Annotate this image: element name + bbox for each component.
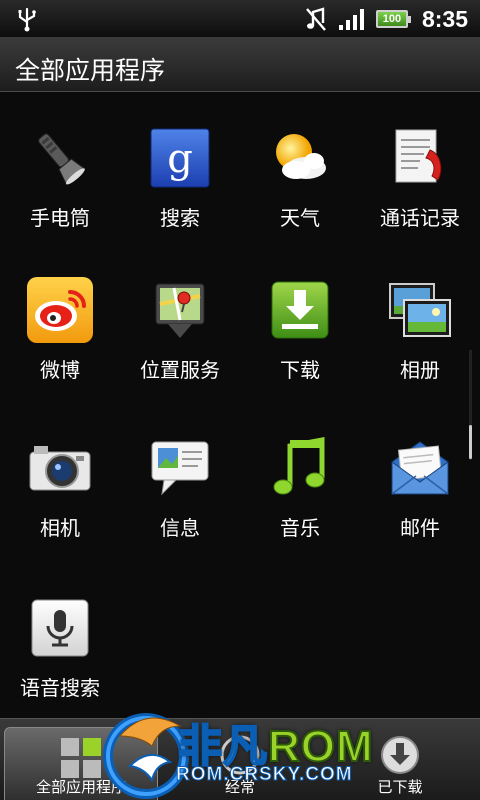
app-download[interactable]: 下载 xyxy=(240,274,360,383)
app-voice-search[interactable]: 语音搜索 xyxy=(0,592,120,701)
title-bar: 全部应用程序 xyxy=(0,38,480,92)
signal-icon xyxy=(338,9,364,30)
app-music[interactable]: 音乐 xyxy=(240,432,360,541)
svg-text:g: g xyxy=(167,136,193,182)
google-search-icon: g xyxy=(144,122,216,194)
page-title: 全部应用程序 xyxy=(15,56,166,85)
download-icon xyxy=(264,274,336,346)
app-label: 位置服务 xyxy=(140,358,220,382)
mute-icon xyxy=(306,7,326,31)
app-label: 微博 xyxy=(40,358,80,382)
app-flashlight[interactable]: 手电筒 xyxy=(0,122,120,231)
location-icon xyxy=(144,274,216,346)
status-bar: 100 8:35 xyxy=(0,0,480,38)
app-label: 下载 xyxy=(280,358,320,382)
usb-icon xyxy=(18,7,36,32)
tab-downloaded[interactable]: 已下载 xyxy=(320,727,480,800)
app-label: 语音搜索 xyxy=(20,676,100,700)
all-apps-icon xyxy=(61,738,101,778)
call-log-icon xyxy=(384,122,456,194)
app-label: 通话记录 xyxy=(380,206,460,230)
flashlight-icon xyxy=(24,122,96,194)
app-weibo[interactable]: 微博 xyxy=(0,274,120,383)
tab-label: 已下载 xyxy=(377,778,423,796)
app-location[interactable]: 位置服务 xyxy=(120,274,240,383)
tab-label: 全部应用程序 xyxy=(35,778,126,796)
app-mail[interactable]: 邮件 xyxy=(360,432,480,541)
app-label: 邮件 xyxy=(400,516,440,540)
messages-icon xyxy=(144,432,216,504)
tab-frequent[interactable]: 经常 xyxy=(160,727,320,800)
camera-icon xyxy=(24,432,96,504)
app-messages[interactable]: 信息 xyxy=(120,432,240,541)
mail-icon xyxy=(384,432,456,504)
app-call-log[interactable]: 通话记录 xyxy=(360,122,480,231)
gallery-icon xyxy=(384,274,456,346)
app-label: 手电筒 xyxy=(30,206,90,230)
music-icon xyxy=(264,432,336,504)
frequent-icon xyxy=(220,735,260,775)
weibo-icon xyxy=(24,274,96,346)
downloaded-icon xyxy=(381,736,419,774)
tab-label: 经常 xyxy=(224,778,255,796)
app-label: 相机 xyxy=(40,516,80,540)
tab-all-apps[interactable]: 全部应用程序 xyxy=(4,727,158,800)
app-search[interactable]: g 搜索 xyxy=(120,122,240,231)
app-label: 搜索 xyxy=(160,206,200,230)
weather-icon xyxy=(264,122,336,194)
app-weather[interactable]: 天气 xyxy=(240,122,360,231)
app-gallery[interactable]: 相册 xyxy=(360,274,480,383)
battery-icon: 100 xyxy=(375,10,411,28)
app-camera[interactable]: 相机 xyxy=(0,432,120,541)
app-label: 天气 xyxy=(280,206,320,230)
app-label: 相册 xyxy=(400,358,440,382)
app-label: 音乐 xyxy=(280,516,320,540)
voice-search-icon xyxy=(24,592,96,664)
clock: 8:35 xyxy=(421,5,468,32)
scrollbar-thumb[interactable] xyxy=(469,425,472,459)
app-label: 信息 xyxy=(160,516,200,540)
battery-level: 100 xyxy=(382,13,402,25)
app-grid: 手电筒 g 搜索 天气 通话记录 微博 位置服务 下载 相册 相机 信息 音乐 … xyxy=(0,92,480,718)
bottom-tab-bar: 全部应用程序 经常 已下载 xyxy=(0,718,480,800)
